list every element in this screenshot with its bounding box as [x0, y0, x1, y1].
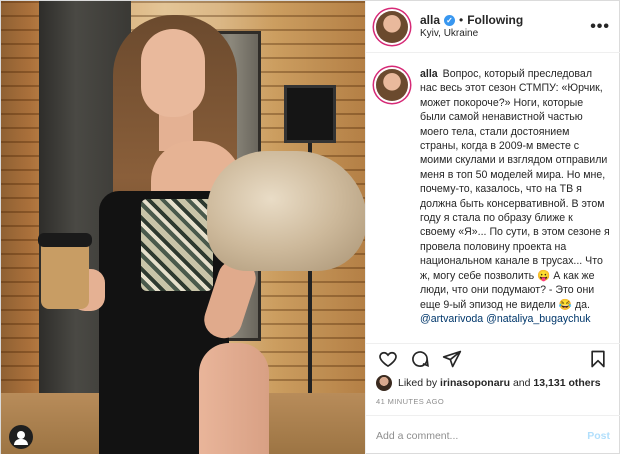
caption-text-part: да. [572, 298, 590, 311]
liker-username-link[interactable]: irinasoponaru [440, 377, 510, 389]
mention-link[interactable]: @artvarivoda [420, 313, 483, 325]
puffed-sleeve [207, 151, 365, 271]
comment-icon[interactable] [408, 347, 432, 371]
caption-username-link[interactable]: alla [420, 68, 438, 80]
following-button[interactable]: Following [467, 13, 523, 28]
coffee-cup-lid [38, 233, 92, 247]
liker-avatar[interactable] [376, 375, 392, 391]
likes-and: and [512, 377, 531, 389]
more-options-icon[interactable]: ••• [590, 18, 610, 36]
location-link[interactable]: Kyiv, Ukraine [420, 28, 590, 40]
share-icon[interactable] [440, 347, 464, 371]
mention-link[interactable]: @nataliya_bugaychuk [486, 313, 590, 325]
coffee-cup [41, 239, 89, 309]
post-timestamp[interactable]: 41 MINUTES AGO [376, 397, 444, 406]
bookmark-icon[interactable] [586, 347, 610, 371]
verified-badge-icon: ✓ [444, 15, 456, 27]
caption-avatar[interactable] [376, 69, 408, 101]
post-header: alla ✓ • Following Kyiv, Ukraine ••• [366, 1, 620, 53]
add-comment-bar: Post [366, 415, 620, 454]
likes-prefix: Liked by [398, 377, 438, 389]
caption-text-part: Вопрос, который преследовал нас весь это… [420, 68, 610, 282]
username-link[interactable]: alla [420, 13, 440, 28]
model-face [141, 29, 205, 117]
caption-text: alla Вопрос, который преследовал нас вес… [420, 67, 610, 335]
separator-dot: • [459, 12, 464, 27]
post-photo[interactable] [1, 1, 365, 454]
likes-summary: Liked by irinasoponaru and 13,131 others [376, 375, 601, 391]
avatar[interactable] [376, 10, 408, 43]
caption-block: alla Вопрос, который преследовал нас вес… [366, 59, 620, 335]
instagram-post: alla ✓ • Following Kyiv, Ukraine ••• all… [0, 0, 620, 454]
post-comment-button[interactable]: Post [587, 430, 610, 442]
action-bar [366, 343, 620, 373]
emoji: 😂 [558, 298, 572, 311]
likes-count-link[interactable]: 13,131 others [533, 377, 600, 389]
emoji: 😛 [537, 269, 551, 282]
post-panel: alla ✓ • Following Kyiv, Ukraine ••• all… [365, 1, 620, 454]
patterned-corset [141, 199, 213, 291]
heart-icon[interactable] [376, 347, 400, 371]
studio-light [284, 85, 336, 143]
comment-input[interactable] [376, 429, 588, 442]
user-tag-icon[interactable] [9, 425, 33, 449]
model-leg [199, 343, 269, 454]
